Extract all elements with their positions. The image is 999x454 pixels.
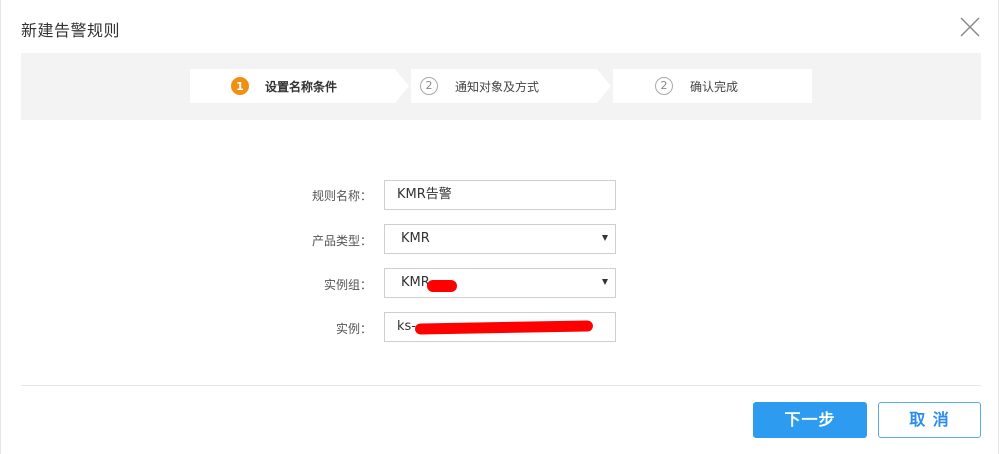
cancel-button[interactable]: 取 消 [878,402,981,438]
instance-label: 实例： [335,322,372,336]
instance-group-select[interactable]: KMR [384,268,616,298]
instance-value: ks- [397,319,416,334]
step-label: 确认完成 [690,80,739,94]
next-step-button[interactable]: 下一步 [753,402,867,438]
product-type-select[interactable]: KMR [384,224,616,254]
product-type-value: KMR [401,231,430,246]
redaction-mark [427,280,457,292]
instance-group-label: 实例组： [323,278,372,292]
step-arrow [395,69,409,103]
redaction-mark [414,320,594,335]
step-arrow [597,69,611,103]
step-set-name-conditions: 1 设置名称条件 [190,69,395,103]
dropdown-arrow-icon [602,235,608,241]
steps-bar: 1 设置名称条件 2 通知对象及方式 2 确认完成 [21,53,981,120]
instance-group-value: KMR [401,275,430,290]
step-number: 1 [231,77,249,95]
step-notify-targets: 2 通知对象及方式 [411,69,597,103]
product-type-label: 产品类型： [311,234,372,248]
rule-name-input[interactable]: KMR告警 [384,180,616,210]
step-confirm: 2 确认完成 [613,69,812,103]
dropdown-arrow-icon [602,279,608,285]
close-icon[interactable] [959,16,981,38]
rule-name-value: KMR告警 [397,187,452,202]
footer-divider [21,385,981,386]
rule-name-label: 规则名称： [311,189,372,203]
dialog-title: 新建告警规则 [21,21,121,40]
instance-input[interactable]: ks- [384,312,616,342]
step-number: 2 [655,77,673,95]
step-number: 2 [420,77,438,95]
step-label: 通知对象及方式 [455,80,540,94]
new-alert-rule-dialog: 新建告警规则 1 设置名称条件 2 通知对象及方式 2 确认完成 规则名称： K… [0,0,999,454]
step-label: 设置名称条件 [265,80,338,94]
